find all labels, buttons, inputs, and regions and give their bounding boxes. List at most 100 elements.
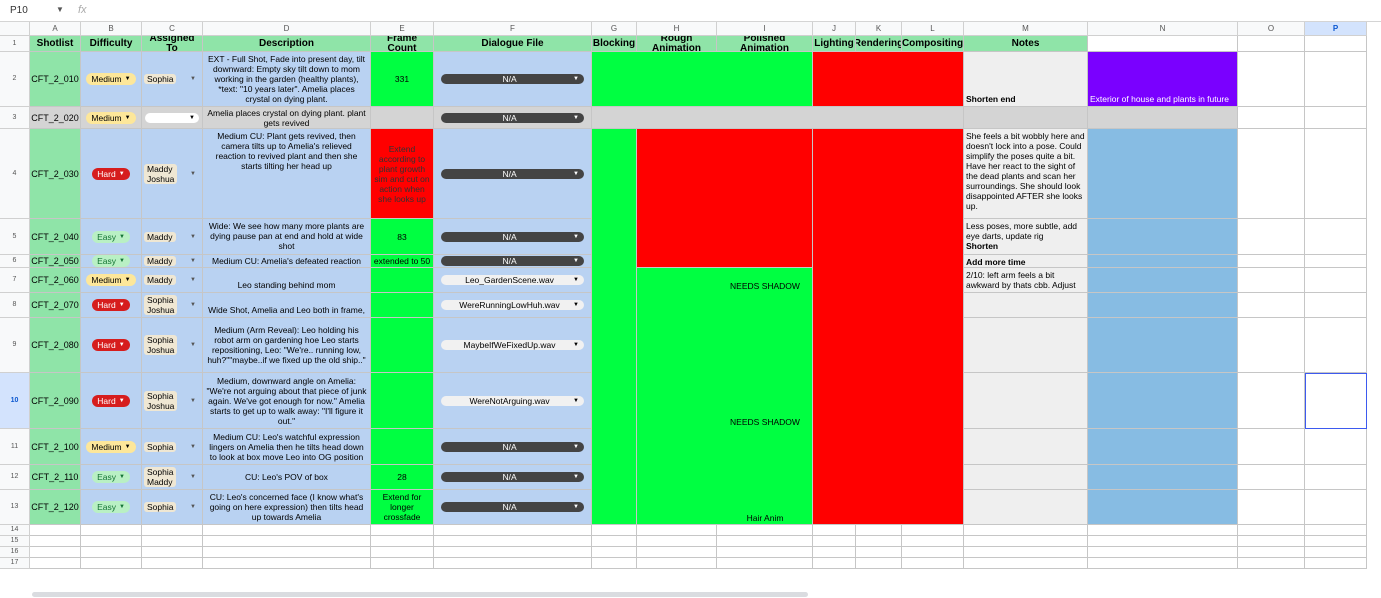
dialogue-dropdown[interactable]: N/A ▼ xyxy=(441,472,584,482)
empty-cell[interactable] xyxy=(1305,536,1367,547)
empty-cell[interactable] xyxy=(1238,558,1305,569)
difficulty-cell[interactable]: Easy ▼ xyxy=(81,219,142,255)
assigned-cell[interactable]: Maddy Joshua ▼ xyxy=(142,129,203,219)
difficulty-chip[interactable]: Hard ▼ xyxy=(92,339,130,351)
assigned-cell[interactable]: Sophia Joshua ▼ xyxy=(142,373,203,429)
empty-cell[interactable] xyxy=(1238,465,1305,490)
column-header-g[interactable]: G xyxy=(592,22,637,36)
shot-id-cell[interactable]: CFT_2_070 xyxy=(30,293,81,318)
assigned-chip[interactable]: Maddy ▼ xyxy=(144,256,200,266)
dialogue-cell[interactable]: MaybeIfWeFixedUp.wav ▼ xyxy=(434,318,592,373)
header-rough-animation[interactable]: Rough Animation xyxy=(637,36,717,52)
empty-cell[interactable] xyxy=(203,547,371,558)
assigned-cell[interactable]: Maddy ▼ xyxy=(142,268,203,293)
empty-cell[interactable] xyxy=(964,558,1088,569)
empty-cell[interactable] xyxy=(203,558,371,569)
empty-cell[interactable] xyxy=(813,547,856,558)
empty-cell[interactable] xyxy=(1305,547,1367,558)
empty-cell[interactable] xyxy=(1238,268,1305,293)
empty-cell[interactable] xyxy=(142,547,203,558)
empty-cell[interactable] xyxy=(637,558,717,569)
description-cell[interactable]: Wide Shot, Amelia and Leo both in frame, xyxy=(203,293,371,318)
difficulty-cell[interactable]: Easy ▼ xyxy=(81,465,142,490)
empty-cell[interactable] xyxy=(30,525,81,536)
empty-cell[interactable] xyxy=(902,558,964,569)
blocking-to-polished-status[interactable] xyxy=(592,52,813,107)
assigned-empty-dropdown[interactable]: ▼ xyxy=(145,112,199,123)
frame-count-cell[interactable] xyxy=(371,268,434,293)
extra-notes-cell[interactable] xyxy=(1088,129,1238,219)
shot-id-cell[interactable]: CFT_2_010 xyxy=(30,52,81,107)
dialogue-dropdown[interactable]: N/A ▼ xyxy=(441,168,584,179)
difficulty-chip[interactable]: Medium ▼ xyxy=(86,274,136,286)
assigned-cell[interactable]: Sophia ▼ xyxy=(142,52,203,107)
empty-cell[interactable] xyxy=(142,558,203,569)
column-header-f[interactable]: F xyxy=(434,22,592,36)
column-header-p[interactable]: P xyxy=(1305,22,1367,36)
empty-cell[interactable] xyxy=(1305,490,1367,525)
header-difficulty[interactable]: Difficulty xyxy=(81,36,142,52)
difficulty-cell[interactable]: Medium ▼ xyxy=(81,107,142,129)
shot-id-cell[interactable]: CFT_2_100 xyxy=(30,429,81,465)
empty-cell[interactable] xyxy=(1305,525,1367,536)
empty-cell[interactable] xyxy=(1238,525,1305,536)
assigned-chip[interactable]: Sophia Joshua ▼ xyxy=(144,335,200,355)
empty-cell[interactable] xyxy=(1238,490,1305,525)
row-header-14[interactable]: 14 xyxy=(0,525,30,536)
notes-cell[interactable] xyxy=(964,465,1088,490)
assigned-chip[interactable]: Sophia Maddy ▼ xyxy=(144,467,200,487)
column-header-h[interactable]: H xyxy=(637,22,717,36)
assigned-cell[interactable]: Sophia Joshua ▼ xyxy=(142,293,203,318)
shot-id-cell[interactable]: CFT_2_020 xyxy=(30,107,81,129)
description-cell[interactable]: Medium (Arm Reveal): Leo holding his rob… xyxy=(203,318,371,373)
formula-bar[interactable]: P10 ▼ fx xyxy=(0,0,1381,22)
empty-cell[interactable] xyxy=(717,525,813,536)
select-all-corner[interactable] xyxy=(0,22,30,36)
row-header-2[interactable]: 2 xyxy=(0,52,30,107)
empty-cell[interactable] xyxy=(142,536,203,547)
empty-cell[interactable] xyxy=(717,558,813,569)
dialogue-cell[interactable]: Leo_GardenScene.wav ▼ xyxy=(434,268,592,293)
description-cell[interactable]: Amelia places crystal on dying plant. pl… xyxy=(203,107,371,129)
shot-id-cell[interactable]: CFT_2_060 xyxy=(30,268,81,293)
frame-count-cell[interactable]: 28 xyxy=(371,465,434,490)
empty-cell[interactable] xyxy=(813,525,856,536)
empty-cell[interactable] xyxy=(592,525,637,536)
frame-count-cell[interactable]: extended to 50 xyxy=(371,255,434,268)
empty-cell[interactable] xyxy=(1238,373,1305,429)
difficulty-chip[interactable]: Hard ▼ xyxy=(92,394,130,407)
dialogue-dropdown[interactable]: N/A ▼ xyxy=(441,112,584,123)
assigned-chip[interactable]: Sophia ▼ xyxy=(144,441,200,452)
assigned-chip[interactable]: Sophia ▼ xyxy=(144,74,200,84)
header-lighting[interactable]: Lighting xyxy=(813,36,856,52)
header-blocking[interactable]: Blocking xyxy=(592,36,637,52)
status-na-row[interactable] xyxy=(592,107,964,129)
cell-o1[interactable] xyxy=(1238,36,1305,52)
empty-cell[interactable] xyxy=(1305,107,1367,129)
dialogue-cell[interactable]: N/A ▼ xyxy=(434,429,592,465)
empty-cell[interactable] xyxy=(1305,293,1367,318)
notes-cell[interactable] xyxy=(964,318,1088,373)
empty-cell[interactable] xyxy=(371,536,434,547)
empty-cell[interactable] xyxy=(1305,429,1367,465)
column-header-c[interactable]: C xyxy=(142,22,203,36)
dialogue-dropdown[interactable]: MaybeIfWeFixedUp.wav ▼ xyxy=(441,340,584,350)
frame-count-cell[interactable] xyxy=(371,429,434,465)
difficulty-chip[interactable]: Easy ▼ xyxy=(92,255,130,267)
dialogue-cell[interactable]: N/A ▼ xyxy=(434,219,592,255)
empty-cell[interactable] xyxy=(717,547,813,558)
column-header-j[interactable]: J xyxy=(813,22,856,36)
empty-cell[interactable] xyxy=(1305,52,1367,107)
row-header-12[interactable]: 12 xyxy=(0,465,30,490)
empty-cell[interactable] xyxy=(964,525,1088,536)
empty-cell[interactable] xyxy=(964,536,1088,547)
dialogue-cell[interactable]: N/A ▼ xyxy=(434,465,592,490)
column-header-k[interactable]: K xyxy=(856,22,902,36)
empty-cell[interactable] xyxy=(371,558,434,569)
assigned-chip[interactable]: Maddy ▼ xyxy=(144,275,200,285)
assigned-chip[interactable]: Maddy ▼ xyxy=(144,231,200,242)
row-header-3[interactable]: 3 xyxy=(0,107,30,129)
row-header-9[interactable]: 9 xyxy=(0,318,30,373)
assigned-chip[interactable]: Sophia Joshua ▼ xyxy=(144,295,200,315)
header-shotlist[interactable]: Shotlist xyxy=(30,36,81,52)
